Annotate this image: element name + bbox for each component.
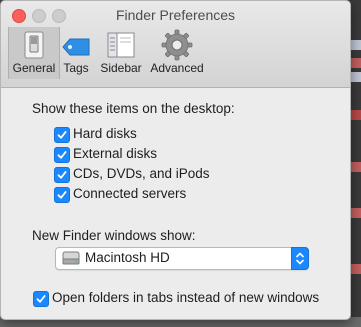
general-switch-icon xyxy=(24,31,44,59)
title-bar: Finder Preferences General Tags Sidebar … xyxy=(1,1,350,88)
checkbox-label: Connected servers xyxy=(73,186,187,201)
hard-drive-icon xyxy=(62,251,80,265)
sidebar-icon xyxy=(107,32,135,58)
tab-label: Advanced xyxy=(150,61,204,75)
checkbox[interactable] xyxy=(33,291,49,307)
checkbox[interactable] xyxy=(54,127,70,143)
checkmark-icon xyxy=(57,171,67,179)
new-window-heading: New Finder windows show: xyxy=(32,228,196,243)
checkbox[interactable] xyxy=(54,147,70,163)
window-title: Finder Preferences xyxy=(115,7,236,23)
chevron-up-down-icon xyxy=(296,252,304,265)
desktop-items-heading: Show these items on the desktop: xyxy=(32,101,235,116)
new-window-target-popup[interactable]: Macintosh HD xyxy=(55,247,309,270)
tab-sidebar[interactable]: Sidebar xyxy=(97,27,145,79)
finder-preferences-window: Finder Preferences General Tags Sidebar … xyxy=(0,0,351,320)
checkmark-icon xyxy=(57,191,67,199)
checkmark-icon xyxy=(36,295,46,303)
tag-icon xyxy=(62,38,90,56)
general-pane xyxy=(1,88,350,319)
popup-arrows[interactable] xyxy=(291,247,309,270)
popup-value: Macintosh HD xyxy=(85,250,170,265)
tab-label: General xyxy=(12,61,56,75)
checkmark-icon xyxy=(57,151,67,159)
tab-tags[interactable]: Tags xyxy=(59,27,93,79)
tab-label: Sidebar xyxy=(100,61,142,75)
checkbox-label: Hard disks xyxy=(73,126,137,141)
tab-label: Tags xyxy=(63,61,89,75)
tab-general[interactable]: General xyxy=(8,27,60,79)
gear-icon xyxy=(161,29,193,61)
checkbox-label: CDs, DVDs, and iPods xyxy=(73,166,210,181)
checkbox[interactable] xyxy=(54,167,70,183)
tab-advanced[interactable]: Advanced xyxy=(147,27,207,79)
checkbox[interactable] xyxy=(54,187,70,203)
checkbox-label: Open folders in tabs instead of new wind… xyxy=(52,290,320,305)
checkbox-label: External disks xyxy=(73,146,158,161)
checkmark-icon xyxy=(57,131,67,139)
